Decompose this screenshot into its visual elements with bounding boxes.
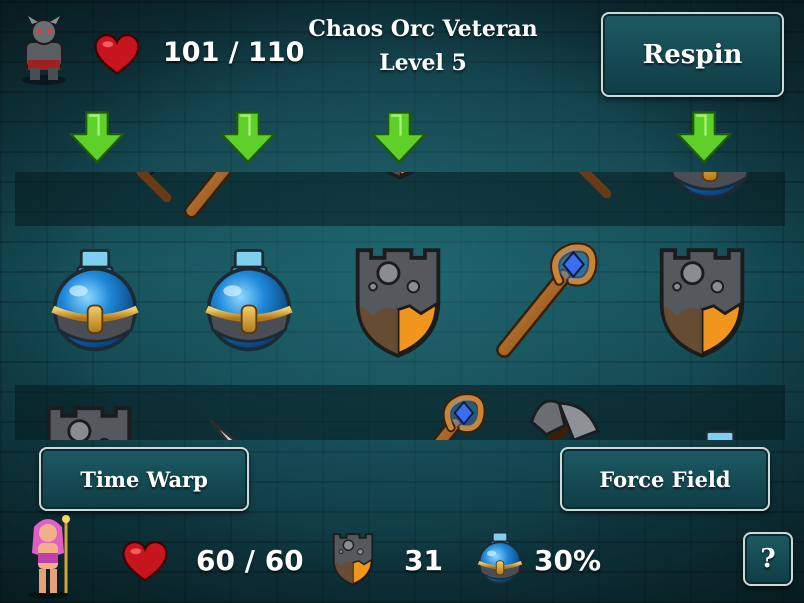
swords-icon xyxy=(75,172,185,216)
player-shield-value: 31 xyxy=(404,544,443,577)
shield-icon xyxy=(41,401,137,440)
shield-icon xyxy=(355,172,445,182)
reel-row-bottom xyxy=(15,385,785,440)
enemy-hp: 101 / 110 xyxy=(163,37,305,68)
staff-icon xyxy=(175,172,285,222)
enemy-level: Level 5 xyxy=(379,50,467,76)
hero-portrait-icon xyxy=(28,515,70,599)
down-arrow-icon[interactable] xyxy=(66,108,128,168)
player-hp: 60 / 60 xyxy=(196,544,304,577)
down-arrow-icon[interactable] xyxy=(368,108,430,168)
heart-icon xyxy=(122,540,168,584)
axe-icon xyxy=(495,385,605,440)
potion-icon xyxy=(665,421,775,440)
heart-icon xyxy=(94,33,140,77)
shield-icon xyxy=(330,527,376,591)
potion-icon xyxy=(472,527,528,589)
staff-icon xyxy=(385,391,495,440)
shield-icon[interactable] xyxy=(350,243,446,361)
player-potion-value: 30% xyxy=(534,544,602,577)
potion-icon[interactable] xyxy=(40,240,150,360)
staff-icon[interactable] xyxy=(486,240,608,362)
enemy-name: Chaos Orc Veteran xyxy=(308,16,538,42)
down-arrow-icon[interactable] xyxy=(217,108,279,168)
down-arrow-icon[interactable] xyxy=(673,108,735,168)
respin-button[interactable]: Respin xyxy=(601,12,784,97)
time-warp-button[interactable]: Time Warp xyxy=(39,447,249,511)
force-field-button[interactable]: Force Field xyxy=(560,447,770,511)
potion-icon[interactable] xyxy=(194,240,304,360)
potion-icon xyxy=(655,172,765,208)
sword-icon xyxy=(515,172,625,212)
help-button[interactable]: ? xyxy=(743,532,793,586)
sword-icon xyxy=(197,407,307,440)
reel-row-top xyxy=(15,172,785,226)
shield-icon[interactable] xyxy=(654,243,750,361)
orc-portrait-icon xyxy=(22,16,66,85)
